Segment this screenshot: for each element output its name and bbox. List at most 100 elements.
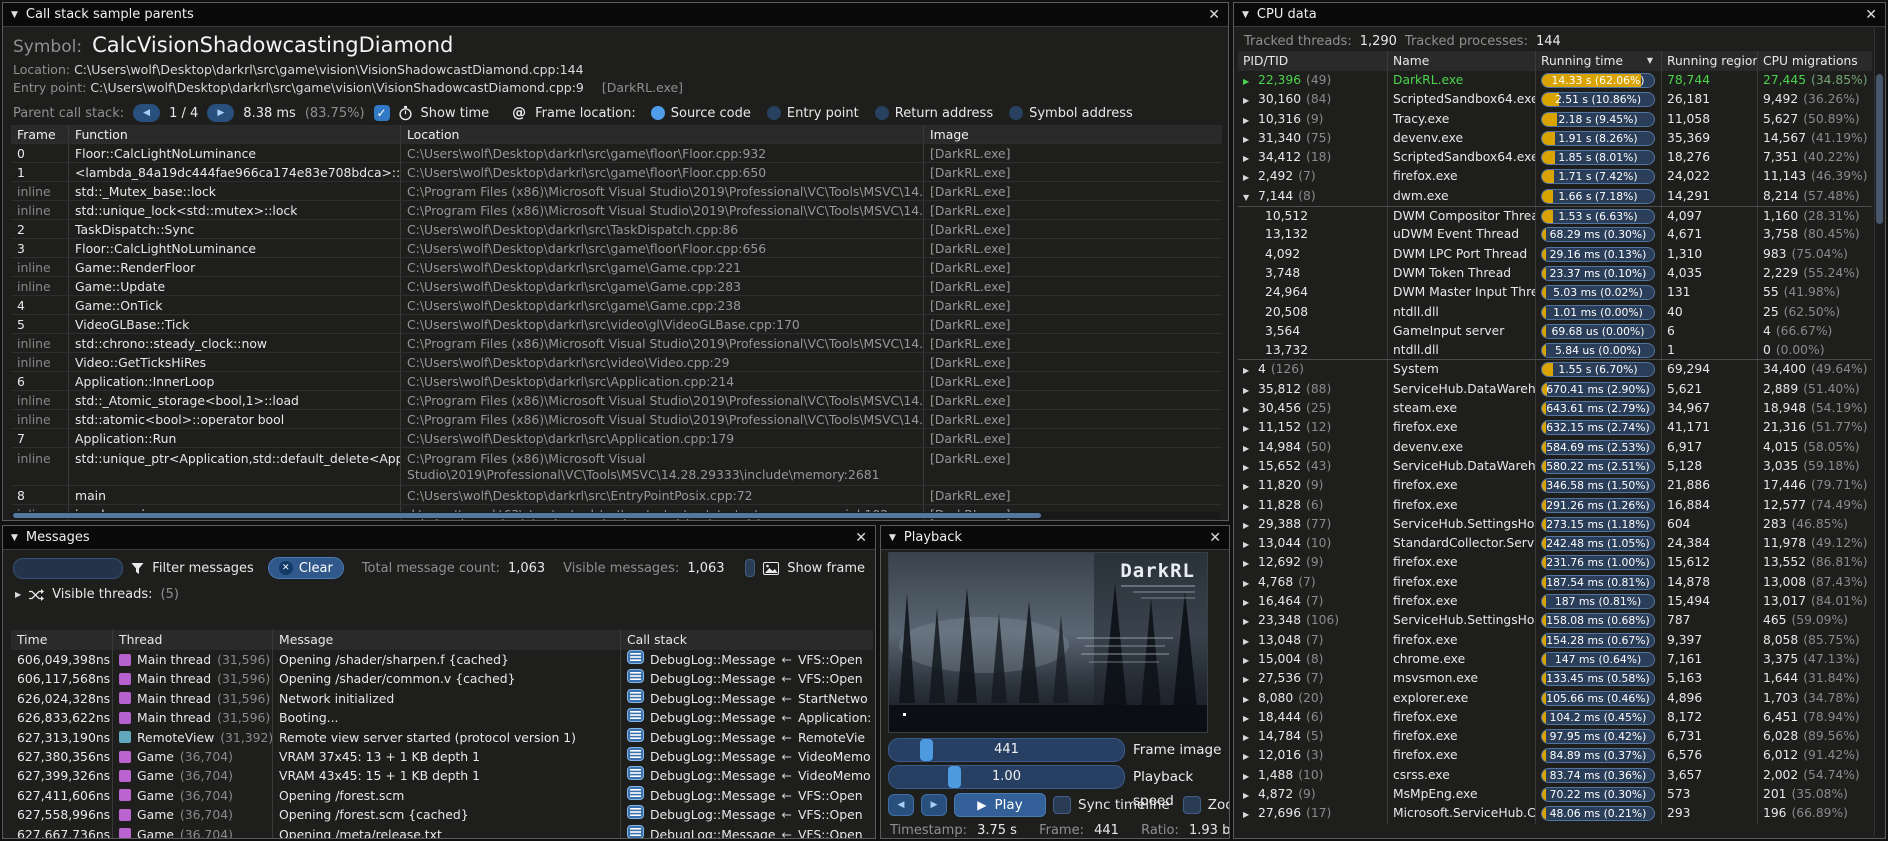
collapse-icon[interactable]: ▼: [11, 533, 18, 543]
show-time-checkbox[interactable]: ✓: [374, 105, 390, 121]
callstack-row[interactable]: 1<lambda_84a19dc444fae966ca174e83e708bdc…: [11, 163, 1222, 182]
cpu-row[interactable]: ▶27,536(7)msvsmon.exe133.45 ms (0.58%)5,…: [1238, 669, 1872, 688]
cpu-row[interactable]: ▶15,652(43)ServiceHub.DataWarehou580.22 …: [1238, 457, 1872, 476]
collapse-icon[interactable]: ▼: [11, 10, 18, 20]
cpu-row[interactable]: ▶30,456(25)steam.exe643.61 ms (2.79%)34,…: [1238, 399, 1872, 418]
horizontal-scrollbar[interactable]: [11, 512, 1220, 519]
cpu-row[interactable]: ▶27,696(17)Microsoft.ServiceHub.Co48.06 …: [1238, 804, 1872, 823]
callstack-row[interactable]: 3Floor::CalcLightNoLuminanceC:\Users\wol…: [11, 239, 1222, 258]
callstack-row[interactable]: 2TaskDispatch::SyncC:\Users\wolf\Desktop…: [11, 220, 1222, 239]
play-button[interactable]: ▶ Play: [954, 793, 1046, 817]
cpu-row[interactable]: ▶11,820(9)firefox.exe346.58 ms (1.50%)21…: [1238, 476, 1872, 495]
cpu-row[interactable]: ▶34,412(18)ScriptedSandbox64.exe1.85 s (…: [1238, 148, 1872, 167]
expand-arrow-icon[interactable]: ▶: [1243, 111, 1258, 129]
cpu-row[interactable]: ▶10,316(9)Tracy.exe2.18 s (9.45%)11,0585…: [1238, 110, 1872, 129]
next-callstack-button[interactable]: ▶: [207, 104, 234, 122]
cpu-row[interactable]: ▶29,388(77)ServiceHub.SettingsHost273.15…: [1238, 515, 1872, 534]
callstack-row[interactable]: inlineGame::UpdateC:\Users\wolf\Desktop\…: [11, 277, 1222, 296]
column-header[interactable]: Running regions: [1662, 51, 1758, 71]
expand-arrow-icon[interactable]: ▶: [1243, 400, 1258, 418]
step-back-button[interactable]: ◀: [888, 794, 914, 816]
callstack-row[interactable]: 5VideoGLBase::TickC:\Users\wolf\Desktop\…: [11, 315, 1222, 334]
cpu-row[interactable]: ▶15,004(8)chrome.exe147 ms (0.64%)7,1613…: [1238, 650, 1872, 669]
column-header[interactable]: Message: [273, 630, 621, 650]
callstack-row[interactable]: inlinestd::unique_lock<std::mutex>::lock…: [11, 201, 1222, 220]
expand-arrow-icon[interactable]: ▶: [1243, 361, 1258, 379]
column-header[interactable]: Name: [1388, 51, 1536, 71]
expand-arrow-icon[interactable]: ▶: [1243, 574, 1258, 592]
step-forward-button[interactable]: ▶: [921, 794, 947, 816]
callstack-row[interactable]: 6Application::InnerLoopC:\Users\wolf\Des…: [11, 372, 1222, 391]
expand-arrow-icon[interactable]: ▶: [1243, 728, 1258, 746]
expand-arrow-icon[interactable]: ▶: [1243, 747, 1258, 765]
cpu-row[interactable]: 10,512DWM Compositor Thread1.53 s (6.63%…: [1238, 206, 1872, 225]
cpu-panel-header[interactable]: ▼ CPU data ✕: [1234, 3, 1885, 27]
column-header[interactable]: Call stack: [621, 630, 873, 650]
cpu-row[interactable]: 24,964DWM Master Input Threa5.03 ms (0.0…: [1238, 283, 1872, 302]
cpu-row[interactable]: ▶1,488(10)csrss.exe83.74 ms (0.36%)3,657…: [1238, 766, 1872, 785]
message-row[interactable]: 606,049,398nsMain thread(31,596)Opening …: [11, 650, 873, 669]
callstack-row[interactable]: inlinestd::atomic<bool>::operator boolC:…: [11, 410, 1222, 429]
close-icon[interactable]: ✕: [855, 530, 867, 546]
slider-handle[interactable]: [920, 739, 933, 761]
cpu-row[interactable]: ▶11,152(12)firefox.exe632.15 ms (2.74%)4…: [1238, 418, 1872, 437]
expand-arrow-icon[interactable]: ▶: [1243, 786, 1258, 804]
callstack-cell[interactable]: DebugLog::Message←Application:: [621, 708, 873, 727]
callstack-cell[interactable]: DebugLog::Message←VideoMemo: [621, 747, 873, 766]
column-header[interactable]: Running time▼: [1536, 51, 1662, 71]
column-header[interactable]: Image: [924, 125, 1222, 143]
callstack-cell[interactable]: DebugLog::Message←VFS::Open: [621, 825, 873, 838]
column-header[interactable]: Thread: [113, 630, 273, 650]
callstack-row[interactable]: inlinestd::_Mutex_base::lockC:\Program F…: [11, 182, 1222, 201]
expand-arrow-icon[interactable]: ▶: [1243, 805, 1258, 823]
collapse-arrow-icon[interactable]: ▼: [1243, 188, 1258, 206]
expand-arrow-icon[interactable]: ▶: [1243, 632, 1258, 650]
cpu-row[interactable]: 4,092DWM LPC Port Thread29.16 ms (0.13%)…: [1238, 245, 1872, 264]
scrollbar-thumb[interactable]: [1876, 74, 1883, 224]
message-row[interactable]: 606,117,568nsMain thread(31,596)Opening …: [11, 669, 873, 688]
expand-arrow-icon[interactable]: ▶: [1243, 458, 1258, 476]
cpu-row[interactable]: ▶4,872(9)MsMpEng.exe70.22 ms (0.30%)5732…: [1238, 785, 1872, 804]
prev-callstack-button[interactable]: ◀: [133, 104, 160, 122]
collapse-icon[interactable]: ▼: [889, 533, 896, 543]
column-header[interactable]: Frame: [11, 125, 69, 143]
cpu-row[interactable]: ▶22,396(49)DarkRL.exe14.33 s (62.06%)78,…: [1238, 71, 1872, 90]
cpu-row[interactable]: ▶12,692(9)firefox.exe231.76 ms (1.00%)15…: [1238, 553, 1872, 572]
filter-input[interactable]: [13, 558, 123, 579]
expand-arrow-icon[interactable]: ▶: [1243, 149, 1258, 167]
callstack-cell[interactable]: DebugLog::Message←RemoteVie: [621, 728, 873, 747]
cpu-row[interactable]: ▶18,444(6)firefox.exe104.2 ms (0.45%)8,1…: [1238, 708, 1872, 727]
column-header[interactable]: PID/TID: [1238, 51, 1388, 71]
expand-arrow-icon[interactable]: ▶: [1243, 709, 1258, 727]
expand-arrow-icon[interactable]: ▶: [1243, 497, 1258, 515]
message-row[interactable]: 627,399,326nsGame(36,704)VRAM 43x45: 15 …: [11, 766, 873, 785]
expand-arrow-icon[interactable]: ▶: [1243, 670, 1258, 688]
callstack-row[interactable]: inlineGame::RenderFloorC:\Users\wolf\Des…: [11, 258, 1222, 277]
slider-handle[interactable]: [948, 766, 961, 788]
clear-button[interactable]: ✕ Clear: [268, 557, 344, 579]
expand-arrow-icon[interactable]: ▶: [1243, 91, 1258, 109]
callstack-row[interactable]: inlinestd::chrono::steady_clock::nowC:\P…: [11, 334, 1222, 353]
cpu-row[interactable]: 13,732ntdll.dll5.84 us (0.00%)10(0.00%): [1238, 341, 1872, 360]
cpu-row[interactable]: ▶30,160(84)ScriptedSandbox64.exe2.51 s (…: [1238, 90, 1872, 109]
expand-arrow-icon[interactable]: ▶: [1243, 72, 1258, 90]
collapse-icon[interactable]: ▼: [1242, 10, 1249, 20]
cpu-row[interactable]: ▶12,016(3)firefox.exe84.89 ms (0.37%)6,5…: [1238, 746, 1872, 765]
callstack-row[interactable]: inlineVideo::GetTicksHiResC:\Users\wolf\…: [11, 353, 1222, 372]
messages-panel-header[interactable]: ▼ Messages ✕: [3, 526, 875, 550]
column-header[interactable]: CPU migrations: [1758, 51, 1872, 71]
callstack-row[interactable]: inlinestd::unique_ptr<Application,std::d…: [11, 448, 1222, 486]
callstack-cell[interactable]: DebugLog::Message←StartNetwo: [621, 689, 873, 708]
frame-location-option-entry-point[interactable]: Entry point: [767, 106, 859, 121]
message-row[interactable]: 627,313,190nsRemoteView(31,392)Remote vi…: [11, 728, 873, 747]
message-row[interactable]: 627,380,356nsGame(36,704)VRAM 37x45: 13 …: [11, 747, 873, 766]
cpu-row[interactable]: ▶31,340(75)devenv.exe1.91 s (8.26%)35,36…: [1238, 129, 1872, 148]
cpu-row[interactable]: ▶11,828(6)firefox.exe291.26 ms (1.26%)16…: [1238, 496, 1872, 515]
expand-arrow-icon[interactable]: ▶: [1243, 535, 1258, 553]
message-row[interactable]: 626,833,622nsMain thread(31,596)Booting.…: [11, 708, 873, 727]
callstack-row[interactable]: 7Application::RunC:\Users\wolf\Desktop\d…: [11, 429, 1222, 448]
cpu-row[interactable]: ▶2,492(7)firefox.exe1.71 s (7.42%)24,022…: [1238, 167, 1872, 186]
visible-threads-row[interactable]: ▶ Visible threads: (5): [3, 582, 875, 604]
callstack-row[interactable]: 8mainC:\Users\wolf\Desktop\darkrl\src\En…: [11, 486, 1222, 505]
cpu-row[interactable]: ▼7,144(8)dwm.exe1.66 s (7.18%)14,2918,21…: [1238, 187, 1872, 206]
